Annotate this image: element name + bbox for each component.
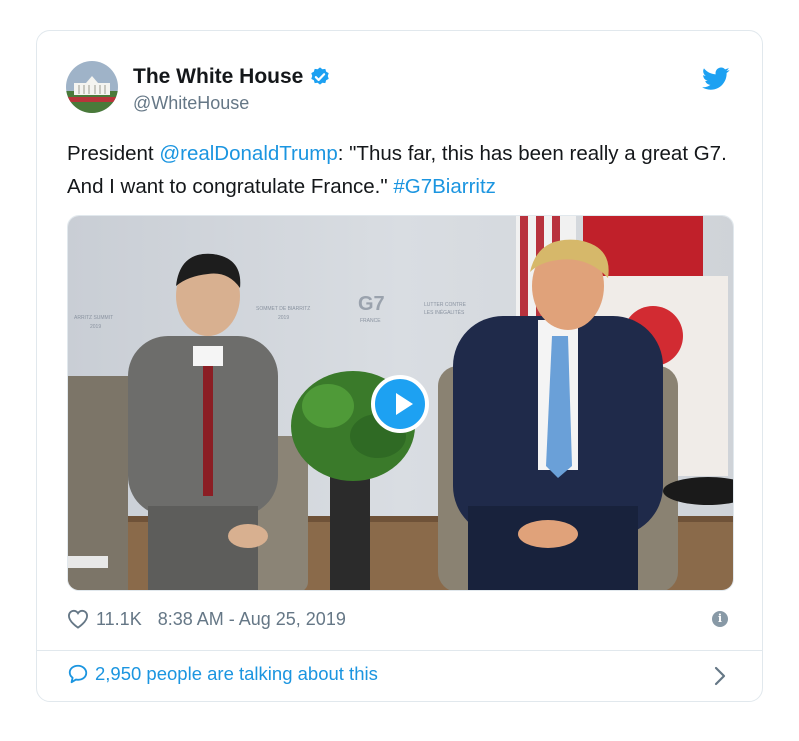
speech-bubble-icon	[68, 664, 88, 684]
tweet-meta: 11.1K 8:38 AM - Aug 25, 2019	[67, 605, 346, 633]
tweet-text: President @realDonaldTrump: "Thus far, t…	[67, 137, 737, 203]
handle[interactable]: @WhiteHouse	[133, 93, 331, 114]
author-name-row[interactable]: The White House	[133, 65, 331, 89]
verified-badge-icon	[311, 67, 330, 85]
info-icon[interactable]: i	[712, 611, 728, 627]
avatar[interactable]	[66, 61, 118, 113]
chevron-right-icon[interactable]	[714, 666, 726, 686]
hashtag-link[interactable]: #G7Biarritz	[393, 175, 496, 198]
play-icon[interactable]	[371, 375, 429, 433]
heart-icon[interactable]	[67, 609, 89, 629]
conversation-link[interactable]: 2,950 people are talking about this	[67, 663, 378, 685]
divider	[37, 650, 762, 651]
mention-link[interactable]: @realDonaldTrump	[159, 142, 337, 165]
backdrop-text-mid: SOMMET DE BIARRITZ	[256, 306, 310, 312]
twitter-bird-icon[interactable]	[702, 67, 730, 91]
video-media[interactable]: ARRITZ SUMMIT 2019 SOMMET DE BIARRITZ 20…	[67, 215, 734, 591]
author-block: The White House @WhiteHouse	[133, 65, 331, 114]
tweet-card[interactable]: The White House @WhiteHouse President @r…	[36, 30, 763, 702]
backdrop-text-right-1: LUTTER CONTRE	[424, 302, 467, 308]
talking-text[interactable]: 2,950 people are talking about this	[95, 663, 378, 685]
timestamp[interactable]: 8:38 AM - Aug 25, 2019	[158, 609, 346, 630]
backdrop-logo: G7	[358, 293, 385, 315]
like-count[interactable]: 11.1K	[96, 609, 142, 630]
backdrop-year-left: 2019	[90, 324, 101, 330]
text-prefix: President	[67, 142, 160, 165]
backdrop-year-mid: 2019	[278, 315, 289, 321]
backdrop-text-right-2: LES INÉGALITÉS	[424, 309, 465, 316]
backdrop-sub: FRANCE	[360, 318, 381, 324]
backdrop-text-left: ARRITZ SUMMIT	[74, 315, 113, 321]
display-name[interactable]: The White House	[133, 65, 303, 89]
